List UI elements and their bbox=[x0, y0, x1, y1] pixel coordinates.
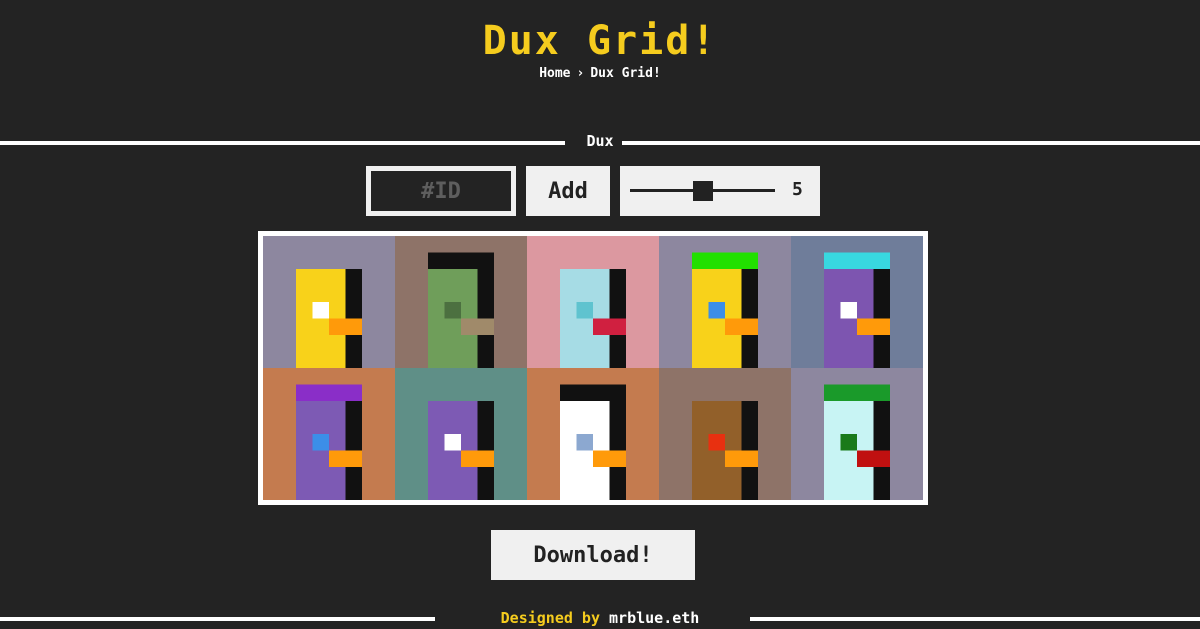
slider-value: 5 bbox=[792, 179, 803, 200]
duck-hat bbox=[824, 384, 890, 401]
duck-hat bbox=[296, 384, 362, 401]
download-button[interactable]: Download! bbox=[491, 530, 695, 580]
breadcrumb-current: Dux Grid! bbox=[590, 66, 661, 81]
duck-tile[interactable] bbox=[527, 236, 659, 368]
breadcrumb-home-link[interactable]: Home bbox=[539, 66, 570, 81]
duck-tile[interactable] bbox=[527, 368, 659, 500]
duck-beak bbox=[725, 450, 758, 467]
duck-tile[interactable] bbox=[659, 236, 791, 368]
duck-image bbox=[395, 368, 527, 500]
duck-image bbox=[527, 236, 659, 368]
duck-beak bbox=[725, 318, 758, 335]
duck-tile[interactable] bbox=[395, 236, 527, 368]
section-divider-right bbox=[622, 141, 1200, 145]
id-input-frame bbox=[366, 166, 516, 216]
footer: Designed by mrblue.eth bbox=[0, 609, 1200, 629]
duck-eye bbox=[708, 302, 725, 319]
duck-image bbox=[395, 236, 527, 368]
duck-beak bbox=[593, 450, 626, 467]
add-button[interactable]: Add bbox=[526, 166, 610, 216]
duck-hat bbox=[824, 252, 890, 269]
footer-author-link[interactable]: mrblue.eth bbox=[609, 609, 699, 627]
duck-beak bbox=[857, 450, 890, 467]
duck-eye bbox=[576, 434, 593, 451]
duck-eye bbox=[840, 302, 857, 319]
duck-beak bbox=[461, 318, 494, 335]
duck-hat bbox=[692, 252, 758, 269]
duck-eye bbox=[840, 434, 857, 451]
page-title: Dux Grid! bbox=[482, 18, 718, 64]
duck-grid bbox=[258, 231, 928, 505]
duck-beak bbox=[461, 450, 494, 467]
slider-thumb[interactable] bbox=[692, 181, 713, 201]
duck-image bbox=[263, 236, 395, 368]
duck-eye bbox=[444, 434, 461, 451]
duck-image bbox=[791, 236, 923, 368]
duck-beak bbox=[593, 318, 626, 335]
duck-eye bbox=[708, 434, 725, 451]
duck-beak bbox=[329, 318, 362, 335]
duck-tile[interactable] bbox=[263, 236, 395, 368]
duck-beak bbox=[329, 450, 362, 467]
section-header: Dux bbox=[0, 132, 1200, 152]
duck-image bbox=[659, 368, 791, 500]
duck-tile[interactable] bbox=[791, 236, 923, 368]
duck-eye bbox=[576, 302, 593, 319]
duck-image bbox=[791, 368, 923, 500]
duck-beak bbox=[857, 318, 890, 335]
footer-divider-right bbox=[750, 617, 1200, 621]
duck-tile[interactable] bbox=[395, 368, 527, 500]
duck-image bbox=[659, 236, 791, 368]
id-input[interactable] bbox=[371, 171, 511, 211]
duck-tile[interactable] bbox=[263, 368, 395, 500]
grid-size-slider[interactable]: 5 bbox=[620, 166, 820, 216]
duck-hat bbox=[428, 252, 494, 269]
duck-tile[interactable] bbox=[791, 368, 923, 500]
breadcrumb: Home › Dux Grid! bbox=[0, 66, 1200, 81]
duck-image bbox=[527, 368, 659, 500]
footer-prefix: Designed by bbox=[500, 609, 600, 627]
duck-eye bbox=[444, 302, 461, 319]
duck-hat bbox=[560, 384, 626, 401]
duck-eye bbox=[312, 434, 329, 451]
duck-tile[interactable] bbox=[659, 368, 791, 500]
duck-image bbox=[263, 368, 395, 500]
duck-eye bbox=[312, 302, 329, 319]
breadcrumb-separator-icon: › bbox=[576, 66, 585, 81]
